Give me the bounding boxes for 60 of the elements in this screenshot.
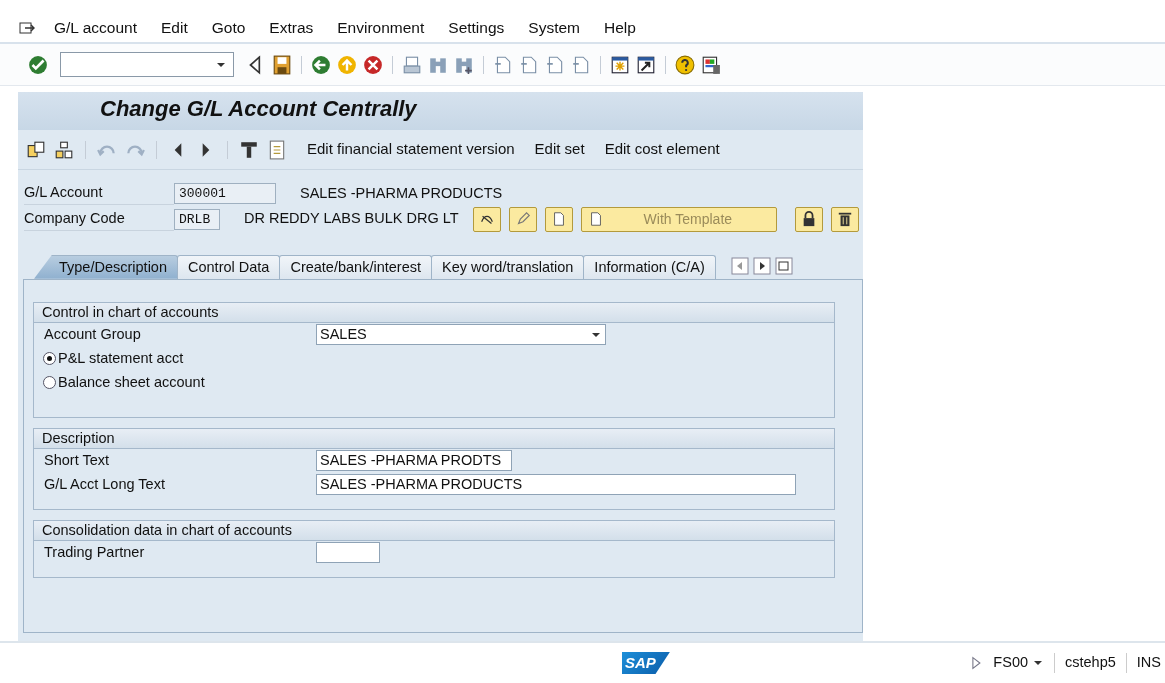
toolbar-button[interactable]: Edit cost element: [604, 138, 720, 161]
radio-option[interactable]: P&L statement acct: [43, 347, 184, 370]
toolbar-button[interactable]: Edit set: [534, 138, 585, 161]
logo: SAP: [622, 652, 670, 674]
filter-icon[interactable]: [239, 139, 259, 160]
field-label: G/L Acct Long Text: [44, 474, 166, 494]
document-icon[interactable]: [267, 139, 287, 160]
new-window-icon[interactable]: [610, 54, 630, 75]
group-title: Description: [34, 428, 834, 449]
print-icon[interactable]: [402, 54, 422, 75]
group-title: Consolidation data in chart of accounts: [34, 520, 834, 541]
color-layout-icon[interactable]: [701, 54, 721, 75]
menu-item[interactable]: System: [528, 16, 580, 40]
server-name: cstehp5: [1065, 653, 1116, 673]
radio-option[interactable]: Balance sheet account: [43, 371, 205, 394]
page-icon[interactable]: [519, 54, 539, 75]
trash-icon: [836, 211, 853, 228]
icon-button[interactable]: [794, 206, 823, 232]
tab[interactable]: Type/Description: [34, 254, 178, 279]
toolbar-button[interactable]: Edit financial statement version: [307, 138, 515, 161]
input-field[interactable]: DRLB: [174, 208, 220, 230]
icon-button[interactable]: [830, 206, 859, 232]
back-icon[interactable]: [311, 54, 331, 75]
scroll-right-icon[interactable]: [752, 257, 771, 276]
tab[interactable]: Information (C/A): [583, 254, 716, 279]
dropdown-field[interactable]: SALES: [316, 324, 606, 346]
input-field[interactable]: 300001: [174, 182, 276, 204]
page-icon[interactable]: [571, 54, 591, 75]
cancel-icon[interactable]: [363, 54, 383, 75]
menu-item[interactable]: Help: [604, 16, 636, 40]
field-label: Short Text: [44, 450, 111, 470]
input-mode: INS: [1136, 653, 1161, 673]
menu-item[interactable]: G/L account: [54, 16, 137, 40]
field-description: DR REDDY LABS BULK DRG LT: [244, 209, 459, 229]
menu-item[interactable]: Settings: [448, 16, 505, 40]
page-icon[interactable]: [493, 54, 513, 75]
icon-button[interactable]: [544, 206, 573, 232]
input-field[interactable]: SALES -PHARMA PRODUCTS: [316, 474, 796, 496]
pencil-icon: [514, 211, 531, 228]
field-description: SALES -PHARMA PRODUCTS: [300, 183, 503, 203]
group-title: Control in chart of accounts: [34, 302, 834, 323]
page-icon[interactable]: [545, 54, 565, 75]
menu-icon[interactable]: [18, 19, 36, 37]
menu-item[interactable]: Goto: [211, 16, 246, 40]
icon-button[interactable]: [472, 206, 501, 232]
hierarchy-icon[interactable]: [54, 139, 74, 160]
field-label: Account Group: [44, 324, 142, 344]
tab[interactable]: Control Data: [177, 254, 281, 279]
transaction-dropdown[interactable]: FS00: [993, 652, 1045, 674]
input-field[interactable]: [316, 542, 380, 564]
command-field[interactable]: [60, 52, 234, 77]
shortcut-icon[interactable]: [636, 54, 656, 75]
menu-item[interactable]: Environment: [337, 16, 425, 40]
menu-item[interactable]: Edit: [161, 16, 188, 40]
input-field[interactable]: SALES -PHARMA PRODTS: [316, 450, 512, 472]
field-label: Trading Partner: [44, 542, 146, 562]
help-icon[interactable]: [675, 54, 695, 75]
menu-item[interactable]: Extras: [269, 16, 314, 40]
page-title: Change G/L Account Centrally: [18, 92, 863, 130]
check-icon[interactable]: [28, 54, 48, 75]
